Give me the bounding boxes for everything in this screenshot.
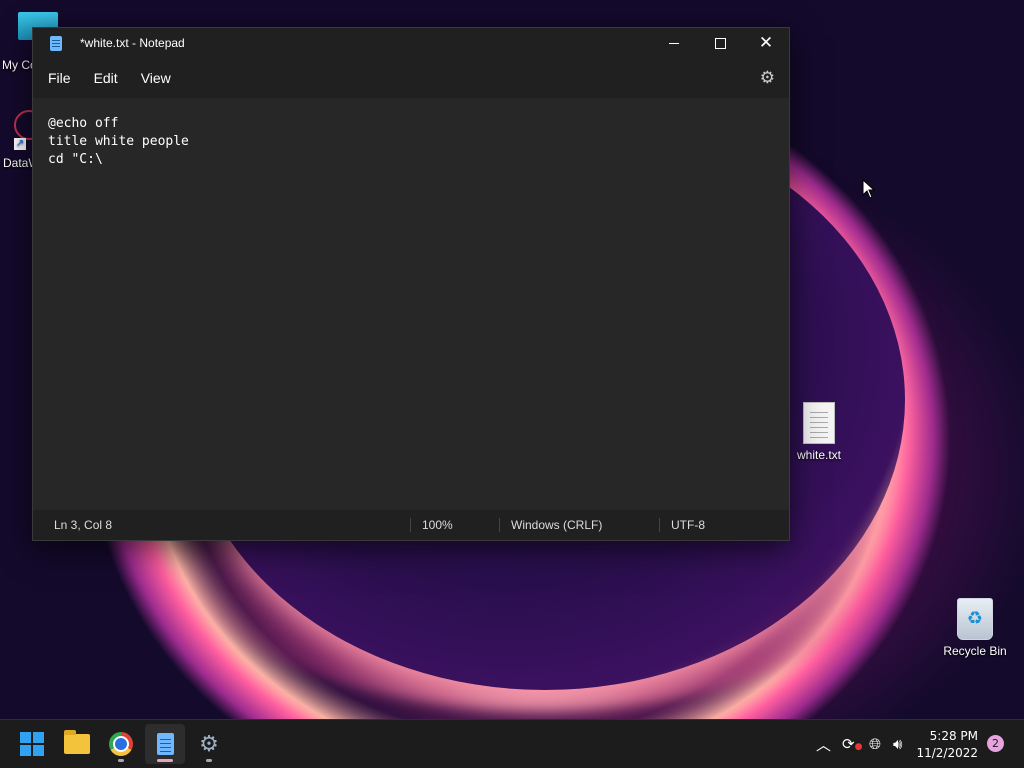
editor-content[interactable]: @echo off title white people cd "C:\ xyxy=(33,98,789,186)
running-indicator xyxy=(206,759,212,762)
title-bar[interactable]: *white.txt - Notepad ✕ xyxy=(33,28,789,58)
desktop-icon-recycle-bin[interactable]: ♻ Recycle Bin xyxy=(930,598,1020,658)
clock[interactable]: 5:28 PM 11/2/2022 xyxy=(916,728,978,762)
tray-volume[interactable]: 🔊︎ xyxy=(893,720,902,768)
active-indicator xyxy=(157,759,173,762)
globe-icon: 🌐︎ xyxy=(869,735,882,753)
status-bar: Ln 3, Col 8 100% Windows (CRLF) UTF-8 xyxy=(33,510,789,540)
chevron-up-icon: ︿ xyxy=(816,735,832,754)
shortcut-arrow-icon: ↗ xyxy=(14,138,26,150)
notepad-window: *white.txt - Notepad ✕ File Edit View ⚙ … xyxy=(32,27,790,541)
sync-alert-icon: ⟳● xyxy=(842,735,863,753)
taskbar: ⚙ ︿ ⟳● 🌐︎ 🔊︎ 5:28 PM 11/2/2022 2 xyxy=(0,719,1024,768)
notepad-icon xyxy=(50,35,62,51)
chrome-icon xyxy=(109,732,133,756)
start-button[interactable] xyxy=(12,724,52,764)
encoding: UTF-8 xyxy=(671,518,705,532)
close-button[interactable]: ✕ xyxy=(743,28,789,58)
cursor-position: Ln 3, Col 8 xyxy=(54,518,113,532)
menu-bar: File Edit View ⚙ xyxy=(33,58,789,98)
menu-file[interactable]: File xyxy=(39,64,80,92)
status-divider xyxy=(659,518,660,532)
window-controls: ✕ xyxy=(651,28,789,58)
clock-date: 11/2/2022 xyxy=(916,746,978,760)
folder-icon xyxy=(64,730,90,754)
menu-view[interactable]: View xyxy=(132,64,180,92)
speaker-icon: 🔊︎ xyxy=(893,735,903,753)
taskbar-chrome[interactable] xyxy=(101,724,141,764)
running-indicator xyxy=(118,759,124,762)
mouse-pointer-icon xyxy=(862,179,876,199)
tray-sync[interactable]: ⟳● xyxy=(842,720,862,768)
maximize-button[interactable] xyxy=(697,28,743,58)
tray-network[interactable]: 🌐︎ xyxy=(869,720,881,768)
taskbar-notepad[interactable] xyxy=(145,724,185,764)
notepad-icon xyxy=(156,733,174,755)
clock-time: 5:28 PM xyxy=(929,729,978,743)
text-editor[interactable]: @echo off title white people cd "C:\ xyxy=(33,98,789,510)
text-file-icon xyxy=(803,402,835,444)
status-divider xyxy=(499,518,500,532)
settings-gear-icon: ⚙ xyxy=(199,731,219,757)
taskbar-settings[interactable]: ⚙ xyxy=(189,724,229,764)
windows-logo-icon xyxy=(20,732,44,756)
notification-badge[interactable]: 2 xyxy=(987,735,1004,752)
window-title: *white.txt - Notepad xyxy=(80,36,185,50)
minimize-button[interactable] xyxy=(651,28,697,58)
zoom-level: 100% xyxy=(422,518,453,532)
recycle-bin-icon: ♻ xyxy=(957,598,993,640)
taskbar-file-explorer[interactable] xyxy=(57,724,97,764)
settings-gear-icon[interactable]: ⚙ xyxy=(760,68,775,88)
menu-edit[interactable]: Edit xyxy=(85,64,127,92)
desktop-icon-label: Recycle Bin xyxy=(943,644,1007,658)
show-hidden-icons-button[interactable]: ︿ xyxy=(816,720,831,768)
line-ending: Windows (CRLF) xyxy=(511,518,603,532)
status-divider xyxy=(410,518,411,532)
